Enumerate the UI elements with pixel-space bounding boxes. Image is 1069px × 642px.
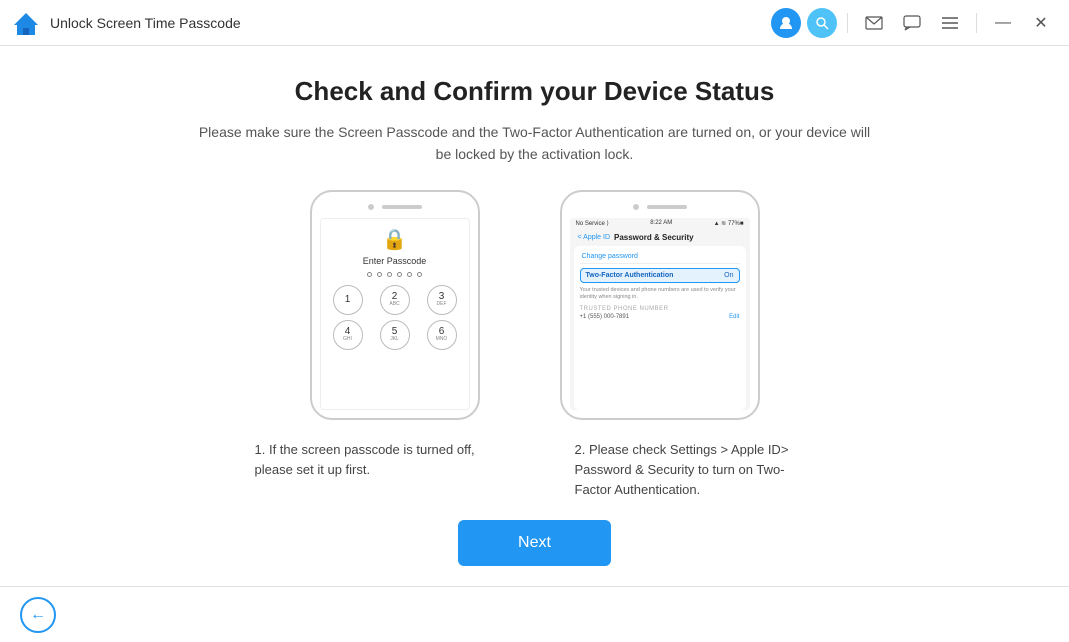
change-password-label: Change password [582, 253, 638, 260]
two-factor-desc: Your trusted devices and phone numbers a… [580, 287, 740, 302]
caption-1: 1. If the screen passcode is turned off,… [255, 440, 495, 500]
mail-button[interactable] [858, 7, 890, 39]
phone2-dot [633, 204, 639, 210]
titlebar-title: Unlock Screen Time Passcode [50, 15, 241, 31]
main-content: Check and Confirm your Device Status Ple… [0, 46, 1069, 586]
phone-mockup-2: No Service ⟩ 8:22 AM ▲ ≋ 77%■ < Apple ID… [560, 190, 760, 420]
phone1-dot [368, 204, 374, 210]
dot3 [387, 272, 392, 277]
phone1-notch [368, 204, 422, 210]
titlebar-left: Unlock Screen Time Passcode [12, 9, 771, 37]
caption-2: 2. Please check Settings > Apple ID> Pas… [575, 440, 815, 500]
back-label: < Apple ID [578, 234, 611, 241]
phone-mockup-1: 🔒 Enter Passcode 1 2ABC 3DEF 4 [310, 190, 480, 420]
titlebar: Unlock Screen Time Passcode — ✕ [0, 0, 1069, 46]
app-icon [12, 9, 40, 37]
titlebar-right: — ✕ [771, 7, 1057, 39]
settings-screen: No Service ⟩ 8:22 AM ▲ ≋ 77%■ < Apple ID… [570, 218, 750, 410]
status-time: 8:22 AM [650, 220, 672, 226]
minimize-button[interactable]: — [987, 7, 1019, 39]
phone2-bar [647, 205, 687, 209]
chat-button[interactable] [896, 7, 928, 39]
dot6 [417, 272, 422, 277]
status-bar: No Service ⟩ 8:22 AM ▲ ≋ 77%■ [570, 218, 750, 229]
status-right: ▲ ≋ 77%■ [714, 220, 744, 227]
close-button[interactable]: ✕ [1025, 7, 1057, 39]
illustrations-row: 🔒 Enter Passcode 1 2ABC 3DEF 4 [60, 190, 1009, 420]
passcode-dots [367, 272, 422, 277]
change-password-row: Change password [580, 250, 740, 264]
dot4 [397, 272, 402, 277]
menu-button[interactable] [934, 7, 966, 39]
page-subtitle: Please make sure the Screen Passcode and… [195, 121, 875, 166]
dot5 [407, 272, 412, 277]
phone2-notch [633, 204, 687, 210]
lock-icon: 🔒 [382, 227, 407, 252]
divider [847, 13, 848, 33]
phone1-screen: 🔒 Enter Passcode 1 2ABC 3DEF 4 [320, 218, 470, 410]
settings-body: Change password Two-Factor Authenticatio… [574, 246, 746, 410]
edit-label: Edit [729, 314, 739, 320]
two-factor-label: Two-Factor Authentication [586, 272, 674, 279]
key-1: 1 [333, 285, 363, 315]
two-factor-status: On [724, 272, 733, 279]
back-button[interactable]: ← [20, 597, 56, 633]
divider2 [976, 13, 977, 33]
status-left: No Service ⟩ [576, 220, 609, 227]
passcode-label: Enter Passcode [363, 256, 427, 266]
header-title: Password & Security [614, 233, 694, 242]
key-2: 2ABC [380, 285, 410, 315]
avatar-icon[interactable] [771, 8, 801, 38]
next-button[interactable]: Next [458, 520, 611, 566]
captions-row: 1. If the screen passcode is turned off,… [60, 440, 1009, 500]
dot2 [377, 272, 382, 277]
phone-number: +1 (555) 000-7891 [580, 314, 630, 320]
edit-row: +1 (555) 000-7891 Edit [580, 312, 740, 322]
key-4: 4GHI [333, 320, 363, 350]
key-3: 3DEF [427, 285, 457, 315]
settings-header: < Apple ID Password & Security [570, 229, 750, 246]
numpad: 1 2ABC 3DEF 4GHI 5JKL 6MNO [327, 285, 463, 350]
key-5: 5JKL [380, 320, 410, 350]
two-factor-banner: Two-Factor Authentication On [580, 268, 740, 283]
key-6: 6MNO [427, 320, 457, 350]
dot1 [367, 272, 372, 277]
page-title: Check and Confirm your Device Status [295, 76, 775, 107]
phone1-bar [382, 205, 422, 209]
account-search-icon[interactable] [807, 8, 837, 38]
bottom-bar: ← [0, 586, 1069, 642]
